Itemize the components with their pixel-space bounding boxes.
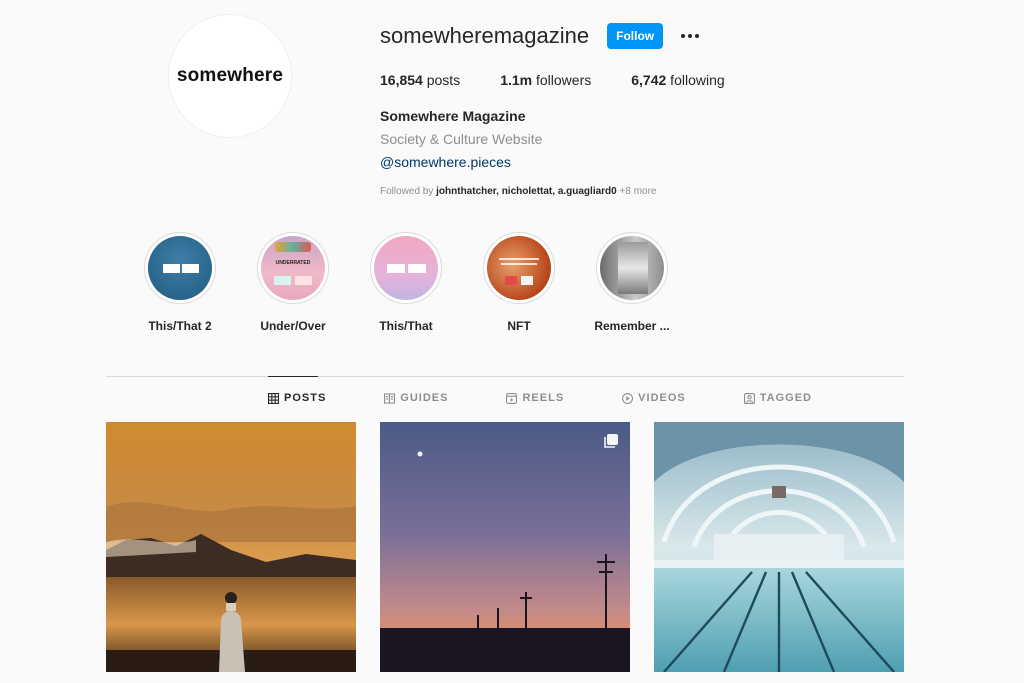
highlight-under-over[interactable]: UNDERRATED Under/Over [253, 232, 333, 333]
post-thumbnail[interactable] [654, 422, 904, 672]
highlight-this-that-icon [374, 236, 438, 300]
grid-icon [268, 392, 279, 404]
highlight-label: Remember ... [594, 319, 670, 333]
tabs-divider [106, 376, 904, 377]
highlight-label: NFT [507, 319, 531, 333]
highlight-nft-icon [487, 236, 551, 300]
more-options-icon[interactable] [679, 25, 701, 47]
following-count[interactable]: 6,742 following [631, 72, 724, 88]
bio-link[interactable]: @somewhere.pieces [380, 154, 511, 170]
reels-icon [506, 392, 518, 404]
guides-icon [384, 392, 396, 404]
story-highlights: This/That 2 UNDERRATED Under/Over This/T… [140, 232, 705, 333]
profile-full-name: Somewhere Magazine [380, 108, 526, 124]
tab-guides[interactable]: GUIDES [384, 392, 448, 404]
highlight-remember[interactable]: Remember ... [592, 232, 672, 333]
tab-reels[interactable]: REELS [506, 392, 564, 404]
highlight-this-that[interactable]: This/That [366, 232, 446, 333]
post-image-sunset-shore [106, 422, 356, 672]
post-thumbnail[interactable] [106, 422, 356, 672]
profile-avatar[interactable]: somewhere [168, 14, 292, 138]
highlight-label: Under/Over [260, 319, 326, 333]
followers-count[interactable]: 1.1m followers [500, 72, 591, 88]
profile-username: somewheremagazine [380, 23, 590, 48]
avatar-logo-text: somewhere [176, 65, 284, 86]
followed-by[interactable]: Followed by johnthatcher, nicholettat, a… [380, 186, 940, 197]
posts-count: 16,854 posts [380, 72, 461, 88]
highlight-under-over-icon: UNDERRATED [261, 236, 325, 300]
profile-stats: 16,854 posts 1.1m followers 6,742 follow… [380, 72, 940, 88]
play-icon [622, 392, 634, 404]
posts-grid [106, 422, 928, 672]
profile-tabs: POSTS GUIDES REELS VIDEOS TAGGED [268, 392, 870, 404]
highlight-label: This/That 2 [148, 319, 212, 333]
tab-videos[interactable]: VIDEOS [622, 392, 686, 404]
post-image-dusk-power-poles [380, 422, 630, 672]
follow-button[interactable]: Follow [607, 23, 664, 49]
tag-icon [743, 392, 755, 404]
highlight-this-that-2-icon [148, 236, 212, 300]
tab-posts[interactable]: POSTS [268, 392, 326, 404]
highlight-nft[interactable]: NFT [479, 232, 559, 333]
highlight-this-that-2[interactable]: This/That 2 [140, 232, 220, 333]
highlight-label: This/That [379, 319, 433, 333]
profile-header: somewheremagazine Follow 16,854 posts 1.… [380, 20, 940, 197]
tab-tagged[interactable]: TAGGED [743, 392, 812, 404]
highlight-remember-icon [600, 236, 664, 300]
post-thumbnail[interactable] [380, 422, 630, 672]
active-tab-indicator [268, 376, 318, 377]
post-image-swimming-pool [654, 422, 904, 672]
profile-category: Society & Culture Website [380, 131, 543, 147]
